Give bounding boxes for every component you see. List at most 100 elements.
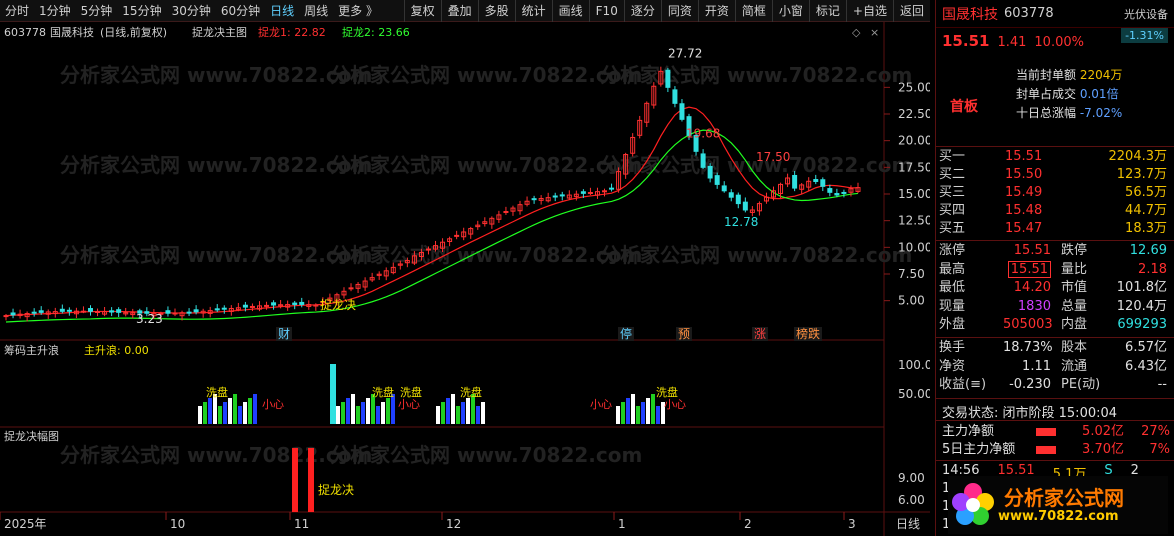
stat-label: 内盘 <box>1061 317 1088 332</box>
price-change-pct: 10.00% <box>1034 35 1084 50</box>
flow-pct: 7% <box>1149 442 1170 457</box>
volume-bar <box>336 406 340 424</box>
toolbar-button[interactable]: 标记 <box>808 0 846 22</box>
event-marker[interactable]: 财 <box>278 327 290 341</box>
volume-bar <box>631 394 635 424</box>
panel3-tick: 9.00 <box>898 471 925 485</box>
candle-body <box>10 312 16 316</box>
volume-bar <box>341 402 345 424</box>
stat-label: 跌停 <box>1061 243 1088 258</box>
candle-body <box>735 194 741 205</box>
stat-label: 现量 <box>939 298 966 314</box>
flow-value: 5.02亿 <box>1082 424 1124 439</box>
order-book: 买一 15.51 2204.3万 买二 15.50 123.7万 买三 15.49 56.5万买… <box>939 148 1167 238</box>
stats-block-1: 涨停 15.51 跌停 12.69 最高 15.51 量比 2.18 最低 14.20 市值 101.… <box>939 242 1167 335</box>
ten-day-value: -7.02% <box>1079 106 1123 120</box>
candle-body <box>700 153 706 168</box>
watermark-text: 分析家公式网 www.70822.com <box>600 243 912 267</box>
x-tick-label: 1 <box>618 517 626 531</box>
price-change: 1.41 <box>997 35 1027 50</box>
event-marker[interactable]: 榜跌 <box>796 326 820 341</box>
flow-label: 5日主力净额 <box>942 442 1016 457</box>
toolbar-button[interactable]: 叠加 <box>440 0 478 22</box>
book-price: 15.51 <box>1005 149 1043 164</box>
stat-label: PE(动) <box>1061 377 1101 392</box>
candle-body <box>834 193 840 196</box>
candle-body <box>609 187 615 190</box>
event-marker[interactable]: 涨 <box>754 326 766 341</box>
divider-tick <box>936 460 1174 461</box>
toolbar-button[interactable]: 简框 <box>734 0 772 22</box>
toolbar-button[interactable]: +自选 <box>845 0 893 22</box>
flower-icon <box>952 483 994 525</box>
watermark-text: 分析家公式网 www.70822.com <box>60 443 372 467</box>
chart-area[interactable]: 603778 国晟科技 (日线,前复权) 捉龙决主图 捉龙1: 22.82 捉龙… <box>0 22 932 536</box>
panel3-signal-label: 捉龙决 <box>318 482 354 497</box>
toolbar-button[interactable]: 统计 <box>514 0 552 22</box>
sector-badge[interactable]: 光伏设备 -1.31% <box>1121 6 1168 43</box>
period-tab[interactable]: 15分钟 <box>117 0 166 22</box>
toolbar-button[interactable]: 返回 <box>892 0 930 22</box>
candle-body <box>792 174 798 189</box>
volume-bar <box>386 398 390 424</box>
toolbar-button[interactable]: 画线 <box>551 0 589 22</box>
divider-book <box>936 146 1174 147</box>
period-tab[interactable]: 5分钟 <box>76 0 118 22</box>
toolbar-button[interactable]: F10 <box>588 0 624 22</box>
stat-value: 120.4万 <box>1116 298 1167 314</box>
volume-bar <box>203 402 207 424</box>
toolbar-button[interactable]: 小窗 <box>771 0 809 22</box>
logo-name: 分析家公式网 <box>1004 485 1124 510</box>
period-tab[interactable]: 日线 <box>265 0 299 22</box>
panel2-label: 洗盘 <box>460 385 482 399</box>
toolbar-button[interactable]: 逐分 <box>623 0 661 22</box>
watermark-text: 分析家公式网 www.70822.com <box>600 63 912 87</box>
book-price: 15.48 <box>1005 203 1043 218</box>
period-label: 日线 <box>896 517 920 531</box>
book-price: 15.47 <box>1005 221 1043 236</box>
toolbar-button[interactable]: 开资 <box>697 0 735 22</box>
period-tab[interactable]: 60分钟 <box>216 0 265 22</box>
period-tab[interactable]: 30分钟 <box>167 0 216 22</box>
stock-name: 国晟科技 <box>942 6 998 23</box>
stat-value: 6.57亿 <box>1125 340 1167 355</box>
event-marker[interactable]: 预 <box>678 327 690 341</box>
volume-bar <box>346 398 350 424</box>
price-annotation: 3.23 <box>136 312 163 326</box>
candle-body <box>425 248 431 251</box>
stat-value: 2.18 <box>1138 261 1167 277</box>
stat-label: 市值 <box>1061 280 1088 295</box>
toolbar-buttons: 复权 叠加 多股 统计 画线 F10 逐分 同资 开资 简框 小窗 标记 +自选 返回 <box>403 0 930 22</box>
book-volume: 44.7万 <box>1125 203 1167 218</box>
ten-day-label: 十日总涨幅 <box>1016 106 1077 120</box>
period-tab[interactable]: 更多 》 <box>333 0 383 22</box>
period-tab[interactable]: 分时 <box>0 0 34 22</box>
price-annotation: 19.68 <box>686 126 720 140</box>
volume-bar <box>228 398 232 424</box>
candle-body <box>714 175 720 185</box>
stat-value: 15.51 <box>1007 260 1051 278</box>
ma-line-1 <box>5 106 859 317</box>
indicator-name[interactable]: 捉龙决主图 <box>192 25 247 39</box>
event-marker[interactable]: 停 <box>620 326 632 341</box>
event-markers: 财 停 预 涨 榜跌 <box>276 326 822 341</box>
candle-body <box>587 192 593 195</box>
toolbar-button[interactable]: 多股 <box>477 0 515 22</box>
period-tab[interactable]: 1分钟 <box>34 0 76 22</box>
toolbar-button[interactable]: 同资 <box>660 0 698 22</box>
y-tick-label: 10.00 <box>898 240 930 254</box>
candle-body <box>299 301 305 305</box>
volume-bar <box>461 402 465 424</box>
flow-row: 主力净额 5.02亿 27% <box>942 423 1170 441</box>
price-annotations: 27.72 19.68 17.50 12.78 3.23 捉龙决 <box>136 46 790 326</box>
stats-block-2: 换手 18.73% 股本 6.57亿 净资 1.11 流通 6.43亿 收益(≡) -0.230 P… <box>939 339 1167 395</box>
diamond-icon[interactable]: ◇ <box>852 26 861 39</box>
stat-row: 最低 14.20 市值 101.8亿 <box>939 279 1167 298</box>
close-icon[interactable]: × <box>870 26 879 39</box>
toolbar-button[interactable]: 复权 <box>403 0 441 22</box>
kline-chart[interactable]: 603778 国晟科技 (日线,前复权) 捉龙决主图 捉龙1: 22.82 捉龙… <box>0 22 932 536</box>
seal-value: 2204万 <box>1079 68 1123 82</box>
period-tab[interactable]: 周线 <box>299 0 333 22</box>
x-tick-label: 3 <box>848 517 856 531</box>
book-volume: 56.5万 <box>1125 185 1167 200</box>
